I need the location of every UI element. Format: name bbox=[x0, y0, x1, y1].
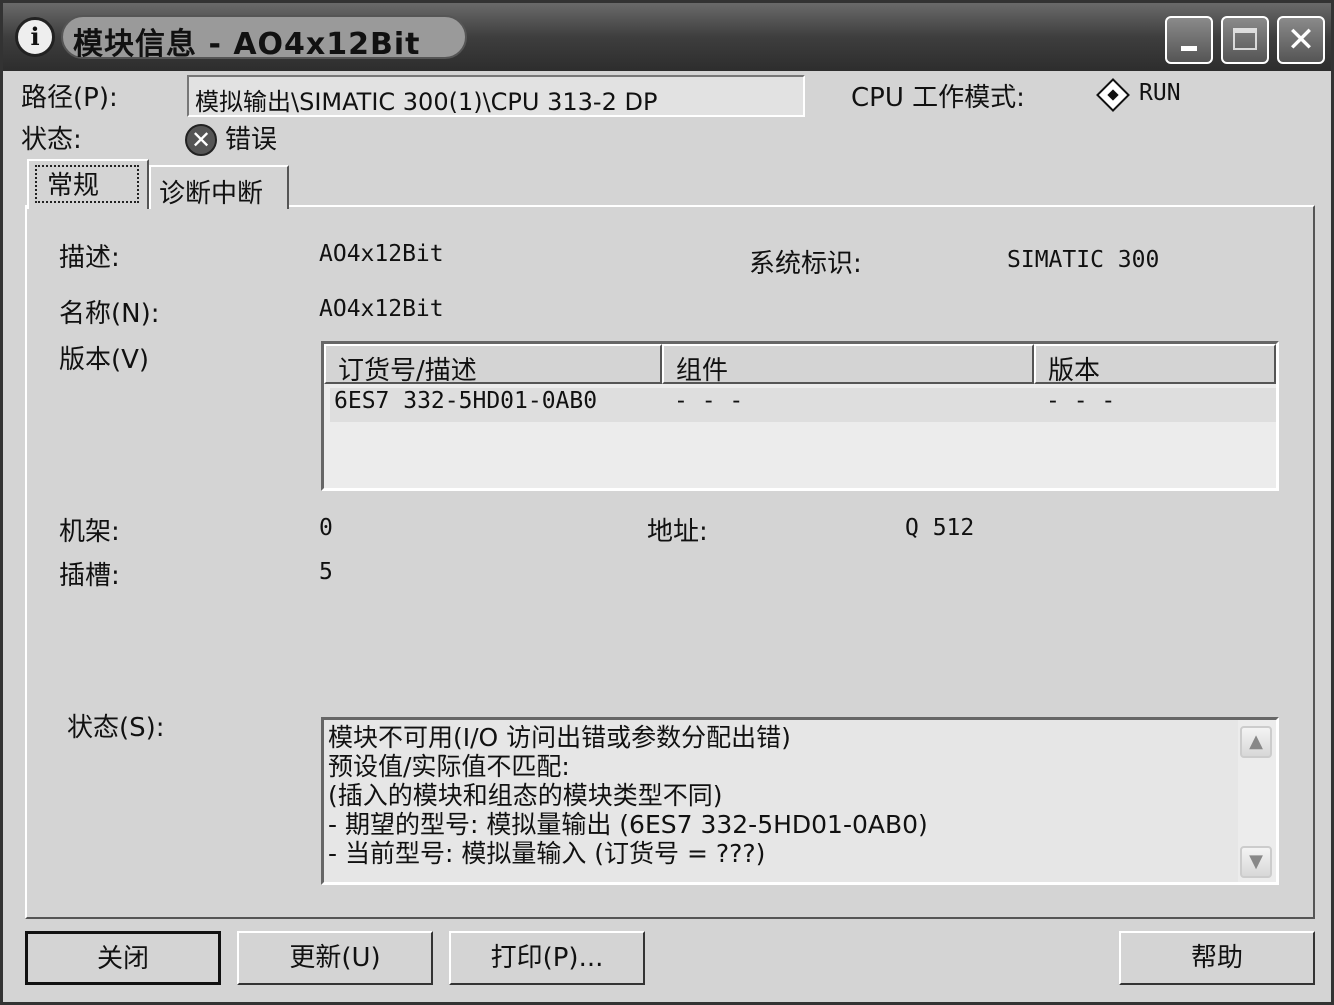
title-bar[interactable]: i 模块信息 - AO4x12Bit ✕ bbox=[3, 3, 1331, 71]
minimize-button[interactable] bbox=[1165, 16, 1213, 64]
path-value: 模拟输出\SIMATIC 300(1)\CPU 313-2 DP bbox=[195, 88, 658, 116]
rack-label: 机架: bbox=[59, 517, 120, 547]
close-button-label: 关闭 bbox=[96, 944, 149, 974]
maximize-icon bbox=[1233, 28, 1257, 50]
scroll-down-button[interactable]: ▼ bbox=[1240, 846, 1272, 878]
status-line: (插入的模块和组态的模块类型不同) bbox=[328, 781, 723, 810]
version-label: 版本(V) bbox=[59, 345, 150, 375]
run-mode-icon bbox=[1096, 78, 1130, 112]
window-title: 模块信息 - AO4x12Bit bbox=[73, 27, 421, 62]
scroll-up-button[interactable]: ▲ bbox=[1240, 726, 1272, 758]
column-header-version-label: 版本 bbox=[1048, 356, 1101, 386]
path-field: 模拟输出\SIMATIC 300(1)\CPU 313-2 DP bbox=[187, 75, 805, 117]
info-icon[interactable]: i bbox=[15, 17, 55, 57]
print-button-label: 打印(P)... bbox=[490, 943, 604, 973]
system-id-label: 系统标识: bbox=[749, 249, 862, 279]
slot-label: 插槽: bbox=[59, 561, 120, 591]
column-header-component[interactable]: 组件 bbox=[662, 344, 1034, 386]
help-button-label: 帮助 bbox=[1190, 943, 1243, 973]
module-information-dialog: i 模块信息 - AO4x12Bit ✕ 路径(P): 模拟输出\SIMATIC… bbox=[0, 0, 1334, 1005]
status-value: 错误 bbox=[225, 125, 278, 155]
print-button[interactable]: 打印(P)... bbox=[449, 931, 645, 985]
column-header-order-number-label: 订货号/描述 bbox=[338, 356, 477, 386]
address-value: Q 512 bbox=[905, 515, 975, 541]
tab-diagnostic-label: 诊断中断 bbox=[159, 179, 264, 209]
system-id-value: SIMATIC 300 bbox=[1007, 247, 1160, 273]
chevron-down-icon: ▼ bbox=[1249, 851, 1263, 872]
close-button[interactable]: 关闭 bbox=[25, 931, 221, 985]
component-cell: - - - bbox=[674, 388, 744, 414]
slot-value: 5 bbox=[319, 559, 333, 585]
status-line: - 期望的型号: 模拟量输出 (6ES7 332-5HD01-0AB0) bbox=[328, 810, 928, 839]
status-textbox[interactable]: 模块不可用(I/O 访问出错或参数分配出错) 预设值/实际值不匹配: (插入的模… bbox=[321, 717, 1279, 885]
update-button[interactable]: 更新(U) bbox=[237, 931, 433, 985]
description-label: 描述: bbox=[59, 243, 120, 273]
order-number-cell: 6ES7 332-5HD01-0AB0 bbox=[334, 388, 598, 414]
version-cell: - - - bbox=[1046, 388, 1116, 414]
column-header-order-number[interactable]: 订货号/描述 bbox=[324, 344, 662, 386]
name-label: 名称(N): bbox=[59, 299, 160, 329]
chevron-up-icon: ▲ bbox=[1249, 731, 1263, 752]
info-icon-glyph: i bbox=[30, 22, 40, 51]
close-icon: ✕ bbox=[1286, 20, 1316, 60]
maximize-button bbox=[1221, 16, 1269, 64]
status-line: - 当前型号: 模拟量输入 (订货号 = ???) bbox=[328, 839, 766, 868]
version-listview[interactable]: 订货号/描述 组件 版本 6ES7 332-5HD01-0AB0 - - - -… bbox=[321, 341, 1279, 491]
description-value: AO4x12Bit bbox=[319, 241, 444, 267]
cpu-mode-label: CPU 工作模式: bbox=[851, 83, 1025, 113]
name-value: AO4x12Bit bbox=[319, 296, 444, 322]
vertical-scrollbar[interactable]: ▲ ▼ bbox=[1238, 720, 1276, 882]
error-icon-glyph: ✕ bbox=[190, 126, 212, 154]
status-label: 状态: bbox=[21, 125, 82, 155]
status-detail-label: 状态(S): bbox=[67, 713, 165, 743]
minimize-icon bbox=[1181, 46, 1197, 51]
help-button[interactable]: 帮助 bbox=[1119, 931, 1315, 985]
cpu-mode-value: RUN bbox=[1139, 80, 1181, 106]
tab-general[interactable]: 常规 bbox=[27, 159, 149, 209]
error-icon: ✕ bbox=[185, 124, 217, 156]
update-button-label: 更新(U) bbox=[289, 943, 381, 973]
tab-general-label: 常规 bbox=[47, 171, 100, 201]
path-label: 路径(P): bbox=[21, 83, 118, 113]
address-label: 地址: bbox=[647, 517, 708, 547]
tab-diagnostic-interrupt[interactable]: 诊断中断 bbox=[149, 165, 289, 209]
column-header-component-label: 组件 bbox=[676, 356, 729, 386]
column-header-version[interactable]: 版本 bbox=[1034, 344, 1276, 386]
close-window-button[interactable]: ✕ bbox=[1277, 16, 1325, 64]
rack-value: 0 bbox=[319, 515, 333, 541]
status-line: 预设值/实际值不匹配: bbox=[328, 752, 570, 781]
status-line: 模块不可用(I/O 访问出错或参数分配出错) bbox=[328, 723, 791, 752]
